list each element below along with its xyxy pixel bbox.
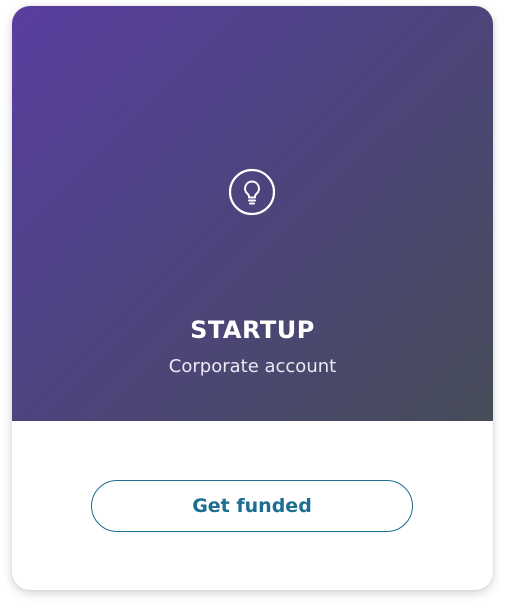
lightbulb-icon [228, 168, 276, 216]
get-funded-button[interactable]: Get funded [91, 480, 413, 532]
plan-subtitle: Corporate account [168, 356, 337, 377]
plan-title: STARTUP [190, 316, 315, 344]
plan-card-hero: STARTUP Corporate account [12, 6, 493, 421]
plan-card: STARTUP Corporate account Get funded [12, 6, 493, 590]
